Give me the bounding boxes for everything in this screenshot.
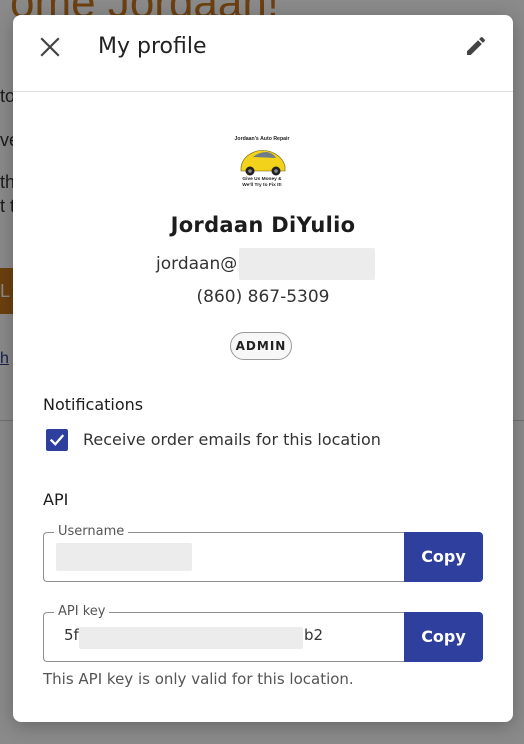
profile-dialog: My profile Jordaan's Auto Repair Give Us… bbox=[13, 15, 513, 722]
dialog-header: My profile bbox=[13, 15, 513, 92]
api-key-suffix: b2 bbox=[304, 626, 324, 644]
dialog-title: My profile bbox=[98, 34, 207, 59]
notifications-heading: Notifications bbox=[43, 395, 144, 414]
role-badge: ADMIN bbox=[230, 332, 292, 360]
email-redaction bbox=[239, 248, 376, 280]
api-key-helper-text: This API key is only valid for this loca… bbox=[43, 670, 354, 688]
api-key-field-label: API key bbox=[54, 604, 110, 620]
close-icon[interactable] bbox=[35, 32, 65, 62]
api-key-field[interactable]: API key 5f b2 bbox=[43, 604, 405, 662]
username-redaction bbox=[56, 543, 192, 571]
email-prefix: jordaan@ bbox=[156, 254, 238, 274]
api-key-prefix: 5f bbox=[64, 626, 79, 644]
profile-email: jordaan@ bbox=[156, 248, 376, 280]
profile-phone: (860) 867-5309 bbox=[196, 287, 330, 307]
copy-username-button[interactable]: Copy bbox=[404, 532, 483, 582]
logo-text-line: Jordaan's Auto Repair bbox=[235, 136, 290, 142]
business-logo: Jordaan's Auto Repair Give Us Money & We… bbox=[229, 133, 295, 191]
order-emails-checkbox[interactable] bbox=[46, 429, 68, 451]
api-key-redaction bbox=[79, 627, 303, 649]
username-field-label: Username bbox=[54, 524, 129, 540]
checkmark-icon bbox=[49, 434, 65, 446]
logo-text-line: Give Us Money & bbox=[242, 176, 282, 182]
username-field[interactable]: Username bbox=[43, 524, 405, 582]
copy-api-key-button[interactable]: Copy bbox=[404, 612, 483, 662]
pencil-icon[interactable] bbox=[461, 31, 491, 61]
order-emails-label[interactable]: Receive order emails for this location bbox=[83, 429, 381, 451]
profile-name: Jordaan DiYulio bbox=[170, 213, 356, 237]
api-heading: API bbox=[43, 490, 69, 509]
logo-text-line: We'll Try to Fix It! bbox=[242, 182, 282, 188]
